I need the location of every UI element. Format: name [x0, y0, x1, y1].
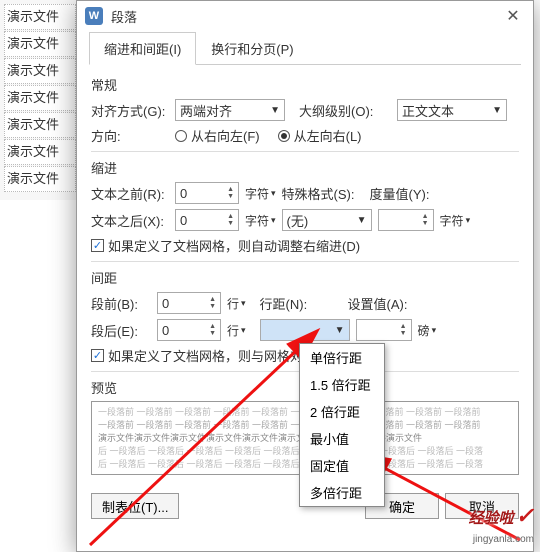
unit-chars[interactable]: 字符▾ — [440, 212, 471, 229]
setvalue-input[interactable]: ▲▼ — [356, 319, 412, 341]
indent-before-input[interactable]: 0 ▲▼ — [175, 182, 239, 204]
tab-line-page-break[interactable]: 换行和分页(P) — [196, 32, 308, 65]
tabstop-button[interactable]: 制表位(T)... — [91, 493, 179, 519]
spinner-icon: ▲▼ — [400, 323, 407, 337]
unit-chars[interactable]: 字符▾ — [245, 212, 276, 229]
list-item: 演示文件 — [4, 166, 76, 192]
list-item: 演示文件 — [4, 58, 76, 84]
indent-after-input[interactable]: 0 ▲▼ — [175, 209, 239, 231]
spinner-icon: ▲▼ — [209, 323, 216, 337]
unit-lines[interactable]: 行▾ — [227, 295, 246, 312]
check-icon: ✓ — [516, 503, 534, 528]
outline-combo[interactable]: 正文文本 ▼ — [397, 99, 507, 121]
indent-grid-label: 如果定义了文档网格，则自动调整右缩进(D) — [108, 236, 360, 255]
chevron-down-icon: ▼ — [492, 105, 502, 116]
chevron-down-icon: ▼ — [357, 215, 367, 226]
option-1-5[interactable]: 1.5 倍行距 — [300, 371, 384, 398]
radio-ltr-label: 从左向右(L) — [294, 126, 362, 145]
radio-rtl[interactable]: 从右向左(F) — [175, 126, 260, 145]
list-item: 演示文件 — [4, 112, 76, 138]
watermark: 经验啦✓ jingyanla.com — [469, 503, 534, 546]
list-item: 演示文件 — [4, 139, 76, 165]
list-item: 演示文件 — [4, 4, 76, 30]
space-after-input[interactable]: 0 ▲▼ — [157, 319, 221, 341]
option-fixed[interactable]: 固定值 — [300, 452, 384, 479]
radio-icon — [175, 130, 187, 142]
spacing-grid-label: 如果定义了文档网格，则与网格对 — [108, 346, 303, 365]
space-before-input[interactable]: 0 ▲▼ — [157, 292, 221, 314]
watermark-brand: 经验啦 — [469, 510, 514, 527]
align-label: 对齐方式(G): — [91, 101, 169, 120]
list-item: 演示文件 — [4, 31, 76, 57]
dialog-title: 段落 — [111, 7, 501, 26]
list-item: 演示文件 — [4, 85, 76, 111]
spinner-icon: ▲▼ — [227, 186, 234, 200]
align-value: 两端对齐 — [180, 101, 232, 120]
special-value: (无) — [287, 211, 309, 230]
option-multi[interactable]: 多倍行距 — [300, 479, 384, 506]
spacing-grid-checkbox[interactable]: ✓ 如果定义了文档网格，则与网格对 — [91, 346, 303, 365]
close-button[interactable]: ✕ — [501, 4, 525, 28]
linespacing-dropdown[interactable]: 单倍行距 1.5 倍行距 2 倍行距 最小值 固定值 多倍行距 — [299, 343, 385, 507]
indent-after-label: 文本之后(X): — [91, 211, 169, 230]
titlebar: W 段落 ✕ — [77, 1, 533, 31]
spinner-icon: ▲▼ — [227, 213, 234, 227]
linespacing-combo[interactable]: ▼ — [260, 319, 350, 341]
option-min[interactable]: 最小值 — [300, 425, 384, 452]
section-spacing-header: 间距 — [91, 268, 519, 287]
app-icon: W — [85, 7, 103, 25]
indent-before-label: 文本之前(R): — [91, 184, 169, 203]
measure-label: 度量值(Y): — [370, 184, 444, 203]
outline-label: 大纲级别(O): — [299, 101, 391, 120]
tab-strip: 缩进和间距(I) 换行和分页(P) — [89, 31, 521, 65]
radio-ltr[interactable]: 从左向右(L) — [278, 126, 362, 145]
chevron-down-icon: ▼ — [270, 105, 280, 116]
unit-lines[interactable]: 行▾ — [227, 322, 246, 339]
background-doc-list: 演示文件 演示文件 演示文件 演示文件 演示文件 演示文件 演示文件 — [0, 0, 76, 200]
section-indent-header: 缩进 — [91, 158, 519, 177]
setvalue-label: 设置值(A): — [348, 294, 422, 313]
outline-value: 正文文本 — [402, 101, 454, 120]
option-single[interactable]: 单倍行距 — [300, 344, 384, 371]
tab-indent-spacing[interactable]: 缩进和间距(I) — [89, 32, 196, 65]
spinner-icon: ▲▼ — [209, 296, 216, 310]
align-combo[interactable]: 两端对齐 ▼ — [175, 99, 285, 121]
special-combo[interactable]: (无) ▼ — [282, 209, 372, 231]
checkbox-icon-checked: ✓ — [91, 239, 104, 252]
option-double[interactable]: 2 倍行距 — [300, 398, 384, 425]
space-before-label: 段前(B): — [91, 294, 151, 313]
section-general-header: 常规 — [91, 75, 519, 94]
indent-grid-checkbox[interactable]: ✓ 如果定义了文档网格，则自动调整右缩进(D) — [91, 236, 360, 255]
paragraph-dialog: W 段落 ✕ 缩进和间距(I) 换行和分页(P) 常规 对齐方式(G): 两端对… — [76, 0, 534, 552]
special-label: 特殊格式(S): — [282, 184, 364, 203]
measure-input[interactable]: ▲▼ — [378, 209, 434, 231]
checkbox-icon-checked: ✓ — [91, 349, 104, 362]
radio-icon-checked — [278, 130, 290, 142]
watermark-url: jingyanla.com — [473, 534, 534, 545]
unit-pt[interactable]: 磅▾ — [418, 322, 437, 339]
unit-chars[interactable]: 字符▾ — [245, 185, 276, 202]
space-after-label: 段后(E): — [91, 321, 151, 340]
spinner-icon: ▲▼ — [422, 213, 429, 227]
chevron-down-icon: ▼ — [335, 325, 345, 336]
linespacing-label: 行距(N): — [260, 294, 322, 313]
radio-rtl-label: 从右向左(F) — [191, 126, 260, 145]
direction-label: 方向: — [91, 126, 169, 145]
